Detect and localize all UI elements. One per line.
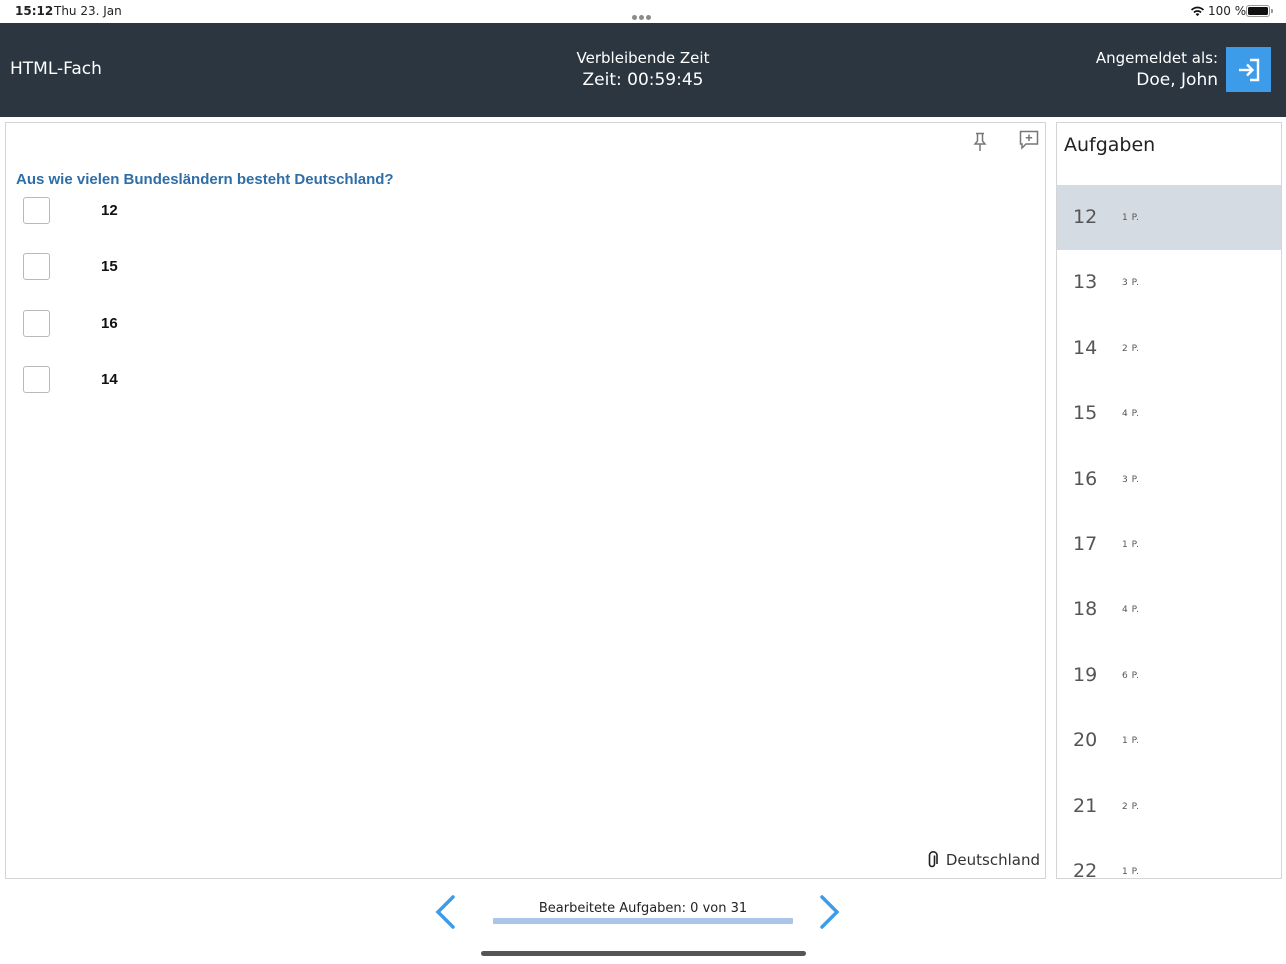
task-points: 3 P.	[1122, 278, 1140, 289]
task-number: 21	[1073, 794, 1098, 817]
battery-icon	[1246, 5, 1273, 17]
task-item[interactable]: 17 1 P.	[1057, 512, 1281, 577]
previous-task-button[interactable]	[433, 894, 457, 930]
question-panel: Aus wie vielen Bundesländern besteht Deu…	[5, 122, 1046, 879]
task-points: 2 P.	[1122, 343, 1140, 354]
answer-option[interactable]: 15	[23, 253, 223, 280]
user-name: Doe, John	[1136, 70, 1218, 90]
remaining-time: Verbleibende Zeit Zeit: 00:59:45	[493, 49, 793, 90]
logout-icon	[1238, 58, 1259, 81]
answer-option[interactable]: 16	[23, 310, 223, 337]
logged-in-user: Angemeldet als: Doe, John	[1096, 49, 1218, 90]
task-item[interactable]: 13 3 P.	[1057, 250, 1281, 315]
tasks-panel: Aufgaben 12 1 P. 13 3 P. 14 2 P. 15 4 P. 16 3…	[1056, 122, 1282, 879]
remaining-time-label: Verbleibende Zeit	[576, 49, 710, 67]
task-number: 16	[1073, 467, 1098, 490]
status-bar: 15:12 Thu 23. Jan 100 %	[0, 0, 1286, 23]
answer-checkbox[interactable]	[23, 197, 50, 224]
tasks-title: Aufgaben	[1064, 134, 1156, 156]
answer-checkbox[interactable]	[23, 253, 50, 280]
task-number: 14	[1073, 336, 1098, 359]
next-task-button[interactable]	[818, 894, 842, 930]
answer-checkbox[interactable]	[23, 366, 50, 393]
task-points: 1 P.	[1122, 866, 1140, 877]
task-item[interactable]: 19 6 P.	[1057, 643, 1281, 708]
task-points: 3 P.	[1122, 474, 1140, 485]
task-number: 19	[1073, 663, 1098, 686]
wifi-icon	[1190, 6, 1205, 17]
task-item[interactable]: 20 1 P.	[1057, 708, 1281, 773]
task-item[interactable]: 16 3 P.	[1057, 447, 1281, 512]
task-item[interactable]: 18 4 P.	[1057, 577, 1281, 642]
answer-label: 15	[101, 258, 118, 275]
answer-label: 12	[101, 202, 118, 219]
task-points: 4 P.	[1122, 605, 1140, 616]
task-number: 15	[1073, 402, 1098, 425]
task-number: 12	[1073, 206, 1098, 228]
task-item[interactable]: 15 4 P.	[1057, 381, 1281, 446]
progress-bar	[493, 918, 793, 924]
subject-title: HTML-Fach	[10, 59, 102, 79]
task-item[interactable]: 21 2 P.	[1057, 774, 1281, 839]
logged-in-label: Angemeldet als:	[1095, 49, 1218, 67]
battery-percent: 100 %	[1208, 4, 1247, 18]
pin-icon[interactable]	[972, 132, 988, 152]
task-list[interactable]: 12 1 P. 13 3 P. 14 2 P. 15 4 P. 16 3 P. 17 1 P…	[1057, 185, 1281, 879]
task-points: 1 P.	[1122, 213, 1140, 223]
logout-button[interactable]	[1226, 47, 1271, 92]
paperclip-icon	[928, 851, 938, 868]
remaining-time-value: Zeit: 00:59:45	[582, 70, 704, 90]
exam-header: HTML-Fach Verbleibende Zeit Zeit: 00:59:…	[0, 23, 1286, 117]
task-number: 18	[1073, 598, 1098, 621]
task-item[interactable]: 22 1 P.	[1057, 839, 1281, 879]
multitasking-dots-icon[interactable]	[632, 9, 654, 20]
answer-option[interactable]: 12	[23, 197, 223, 224]
status-time: 15:12	[15, 4, 54, 18]
task-number: 20	[1073, 729, 1098, 752]
answer-checkbox[interactable]	[23, 310, 50, 337]
attachment-label: Deutschland	[945, 851, 1040, 869]
task-points: 4 P.	[1122, 409, 1140, 420]
status-date: Thu 23. Jan	[54, 4, 122, 18]
task-points: 2 P.	[1122, 801, 1140, 812]
add-comment-icon[interactable]	[1019, 130, 1039, 150]
task-number: 22	[1073, 859, 1098, 879]
task-points: 1 P.	[1122, 539, 1140, 550]
task-number: 17	[1073, 532, 1098, 555]
answer-label: 16	[101, 315, 118, 332]
task-item[interactable]: 14 2 P.	[1057, 316, 1281, 381]
task-number: 13	[1073, 271, 1098, 294]
question-text: Aus wie vielen Bundesländern besteht Deu…	[16, 171, 394, 188]
answer-option[interactable]: 14	[23, 366, 223, 393]
task-points: 6 P.	[1122, 670, 1140, 681]
progress-label: Bearbeitete Aufgaben: 0 von 31	[538, 901, 748, 916]
task-item[interactable]: 12 1 P.	[1057, 185, 1281, 251]
attachment-link[interactable]: Deutschland	[926, 851, 1040, 869]
home-indicator[interactable]	[481, 951, 806, 956]
task-points: 1 P.	[1122, 736, 1140, 747]
answer-label: 14	[101, 371, 118, 388]
